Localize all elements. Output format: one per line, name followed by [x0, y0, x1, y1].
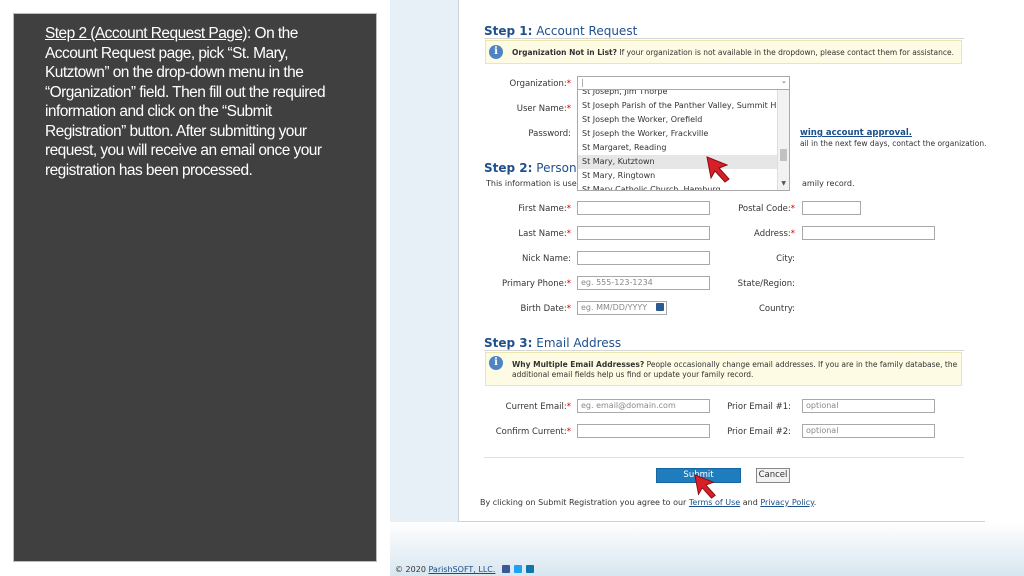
calendar-icon[interactable] — [656, 303, 664, 311]
step1-heading: Step 1: Account Request — [484, 24, 638, 38]
facebook-icon[interactable] — [501, 565, 510, 573]
red-pointer-arrow-icon — [706, 156, 730, 183]
terms-of-use-link[interactable]: Terms of Use — [689, 498, 740, 507]
dropdown-option[interactable]: St Joseph the Worker, Frackville — [578, 127, 789, 141]
confirm-email-input[interactable] — [577, 424, 710, 438]
nick-name-input[interactable] — [577, 251, 710, 265]
organization-select[interactable]: | — [577, 76, 790, 90]
prior-email-1-label: Prior Email #1: — [727, 402, 791, 412]
organization-dropdown-list[interactable]: St Joseph, Jim Thorpe St Joseph Parish o… — [577, 89, 790, 191]
linkedin-icon[interactable] — [525, 565, 534, 573]
registration-screenshot: Step 1: Account Request i Organization N… — [390, 0, 1024, 576]
step2-heading: Step 2: Personal — [484, 161, 588, 175]
privacy-policy-link[interactable]: Privacy Policy — [760, 498, 813, 507]
first-name-label: First Name:* — [518, 204, 571, 214]
company-link[interactable]: ParishSOFT, LLC. — [428, 565, 495, 574]
account-request-form: Step 1: Account Request i Organization N… — [458, 0, 987, 522]
cancel-button[interactable]: Cancel — [756, 468, 790, 483]
prior-email-2-input[interactable]: optional — [802, 424, 935, 438]
postal-code-input[interactable] — [802, 201, 861, 215]
page-footer: © 2020 ParishSOFT, LLC. — [395, 565, 534, 574]
birth-date-label: Birth Date:* — [520, 304, 571, 314]
address-label: Address:* — [754, 229, 795, 239]
dropdown-option[interactable]: St Mary, Ringtown — [578, 169, 789, 183]
first-name-input[interactable] — [577, 201, 710, 215]
dropdown-option[interactable]: St Mary Catholic Church, Hamburg — [578, 183, 789, 190]
info-icon: i — [489, 45, 503, 59]
dropdown-option[interactable]: St Joseph Parish of the Panther Valley, … — [578, 99, 789, 113]
postal-code-label: Postal Code:* — [738, 204, 795, 214]
last-name-label: Last Name:* — [518, 229, 571, 239]
phone-label: Primary Phone:* — [502, 279, 571, 289]
slide-text-panel: Step 2 (Account Request Page): On the Ac… — [13, 13, 377, 562]
approval-note: ail in the next few days, contact the or… — [800, 139, 987, 148]
dropdown-option[interactable]: St Joseph, Jim Thorpe — [578, 90, 789, 99]
instruction-body: : On the Account Request page, pick “St.… — [45, 25, 326, 179]
step2-note-right: amily record. — [802, 179, 855, 188]
current-email-input[interactable]: eg. email@domain.com — [577, 399, 710, 413]
nick-name-label: Nick Name: — [522, 254, 571, 264]
username-label: User Name:* — [516, 104, 571, 114]
info-icon: i — [489, 356, 503, 370]
prior-email-2-label: Prior Email #2: — [727, 427, 791, 437]
step2-note: This information is used — [486, 179, 582, 188]
twitter-icon[interactable] — [513, 565, 522, 573]
instruction-text: Step 2 (Account Request Page): On the Ac… — [45, 24, 350, 180]
current-email-label: Current Email:* — [505, 402, 571, 412]
organization-label: Organization:* — [509, 79, 571, 89]
dropdown-option[interactable]: St Joseph the Worker, Orefield — [578, 113, 789, 127]
scrollbar-thumb[interactable] — [780, 149, 787, 161]
org-not-listed-info: i Organization Not in List? If your orga… — [485, 40, 962, 64]
step3-heading: Step 3: Email Address — [484, 336, 622, 350]
state-label: State/Region: — [737, 279, 795, 289]
account-approval-link[interactable]: wing account approval. — [800, 128, 912, 138]
chevron-down-icon[interactable]: ⌄ — [781, 77, 787, 85]
last-name-input[interactable] — [577, 226, 710, 240]
prior-email-1-input[interactable]: optional — [802, 399, 935, 413]
address-input[interactable] — [802, 226, 935, 240]
scroll-down-icon[interactable]: ▼ — [781, 180, 786, 187]
birth-date-input[interactable]: eg. MM/DD/YYYY — [577, 301, 667, 315]
terms-notice: By clicking on Submit Registration you a… — [480, 498, 817, 507]
password-label: Password: — [528, 129, 571, 139]
confirm-email-label: Confirm Current:* — [495, 427, 571, 437]
dropdown-scrollbar[interactable]: ▼ — [777, 90, 789, 190]
country-label: Country: — [758, 304, 795, 314]
red-pointer-arrow-icon — [694, 474, 716, 499]
phone-input[interactable]: eg. 555-123-1234 — [577, 276, 710, 290]
dropdown-option[interactable]: St Margaret, Reading — [578, 141, 789, 155]
dropdown-option-selected[interactable]: St Mary, Kutztown — [578, 155, 789, 169]
instruction-heading: Step 2 (Account Request Page) — [45, 25, 248, 42]
city-label: City: — [776, 254, 795, 264]
multiple-email-info: i Why Multiple Email Addresses? People o… — [485, 352, 962, 386]
